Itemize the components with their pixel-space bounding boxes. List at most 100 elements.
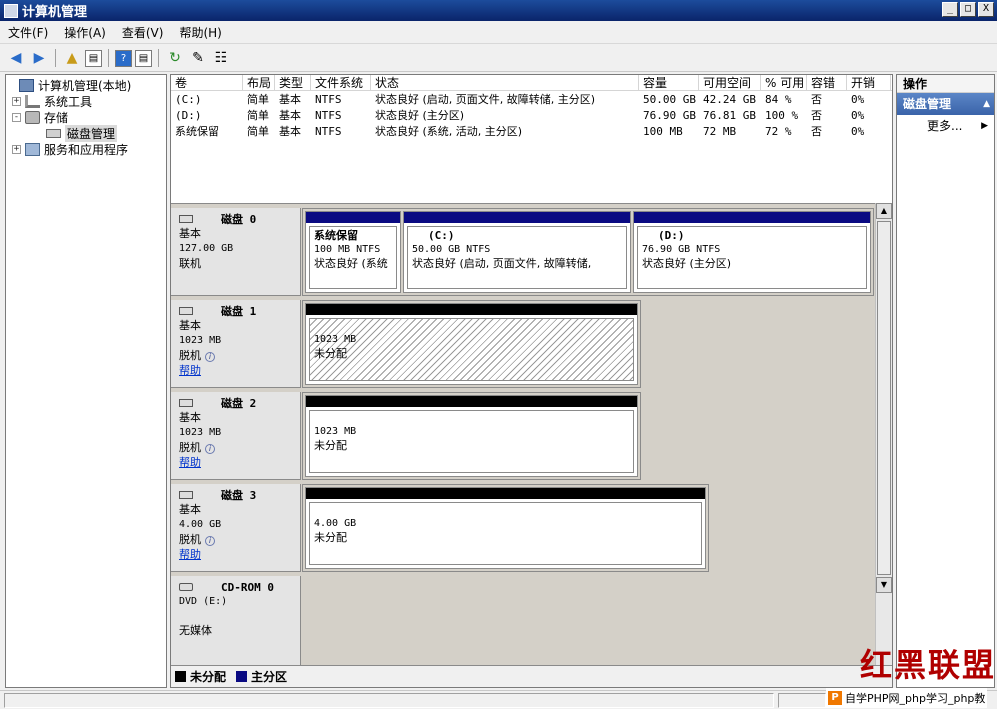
menu-action[interactable]: 操作(A) <box>56 24 114 41</box>
window-title: 计算机管理 <box>22 5 88 20</box>
volume-capacity: 50.00 GB <box>643 93 696 106</box>
column-header-overhead[interactable]: 开销 <box>847 75 891 91</box>
disk-3-label[interactable]: 磁盘 3 基本 4.00 GB 脱机 i 帮助 <box>171 484 301 572</box>
properties-icon[interactable]: ▤ <box>135 49 152 67</box>
back-arrow-icon[interactable]: ◀ <box>6 48 26 68</box>
menu-view[interactable]: 查看(V) <box>114 24 172 41</box>
disk-1-label[interactable]: 磁盘 1 基本 1023 MB 脱机 i 帮助 <box>171 300 301 388</box>
disk-name: 磁盘 3 <box>221 489 257 502</box>
help-link[interactable]: 帮助 <box>179 455 300 470</box>
collapse-arrow-icon[interactable]: ▲ <box>983 93 990 115</box>
computer-icon <box>19 78 34 92</box>
maximize-button[interactable]: □ <box>960 2 976 17</box>
column-header-status[interactable]: 状态 <box>371 75 639 91</box>
tree-item-disk-management[interactable]: 磁盘管理 <box>6 124 166 142</box>
volume-layout: 简单 <box>247 109 269 122</box>
export-icon[interactable]: ✎ <box>188 48 208 68</box>
partition-filesystem: 50.00 GB NTFS <box>412 244 491 255</box>
actions-pane: 操作 磁盘管理 ▲ 更多... ▶ <box>896 74 995 688</box>
collapse-icon[interactable]: - <box>12 112 21 122</box>
partition-c[interactable]: (C:) 50.00 GB NTFS 状态良好 (启动, 页面文件, 故障转储, <box>403 211 631 293</box>
disk-status: 无媒体 <box>179 624 212 637</box>
volume-free-space: 42.24 GB <box>703 93 756 106</box>
volume-fault-tolerance: 否 <box>811 93 822 106</box>
disk-status: 脱机 i <box>179 348 300 363</box>
menu-file[interactable]: 文件(F) <box>0 24 56 41</box>
disk-name: 磁盘 0 <box>221 213 257 226</box>
action-icon[interactable]: ☷ <box>211 48 231 68</box>
volume-fault-tolerance: 否 <box>811 109 822 122</box>
partition-name: (D:) <box>658 229 685 242</box>
disk-type: 基本 <box>179 503 201 516</box>
disk-2-label[interactable]: 磁盘 2 基本 1023 MB 脱机 i 帮助 <box>171 392 301 480</box>
help-link[interactable]: 帮助 <box>179 363 300 378</box>
partition-status: 状态良好 (系统 <box>314 257 388 270</box>
disk-name: 磁盘 1 <box>221 305 257 318</box>
refresh-icon[interactable]: ↻ <box>165 48 185 68</box>
volume-status: 状态良好 (启动, 页面文件, 故障转储, 主分区) <box>375 93 596 106</box>
column-header-free-space[interactable]: 可用空间 <box>699 75 761 91</box>
legend-primary: 主分区 <box>251 670 288 684</box>
storage-icon <box>25 110 40 124</box>
info-icon[interactable]: i <box>205 536 215 546</box>
tree-item-services[interactable]: + 服务和应用程序 <box>6 141 166 157</box>
vertical-scrollbar[interactable]: ▲ ▼ <box>875 203 892 665</box>
actions-section-label: 磁盘管理 <box>903 97 952 111</box>
actions-section-disk-management[interactable]: 磁盘管理 ▲ <box>897 93 994 115</box>
column-header-capacity[interactable]: 容量 <box>639 75 699 91</box>
column-header-volume[interactable]: 卷 <box>171 75 243 91</box>
action-more[interactable]: 更多... ▶ <box>897 115 994 137</box>
tree-label-services: 服务和应用程序 <box>44 142 129 157</box>
column-header-layout[interactable]: 布局 <box>243 75 275 91</box>
column-header-filesystem[interactable]: 文件系统 <box>311 75 371 91</box>
cdrom-0-label[interactable]: CD-ROM 0 DVD (E:) 无媒体 <box>171 576 301 666</box>
volume-filesystem: NTFS <box>315 93 342 106</box>
scroll-down-icon[interactable]: ▼ <box>876 577 892 593</box>
column-header-percent-free[interactable]: % 可用 <box>761 75 807 91</box>
menu-help[interactable]: 帮助(H) <box>171 24 229 41</box>
tree-item-root[interactable]: 计算机管理(本地) <box>6 77 166 93</box>
close-button[interactable]: X <box>978 2 994 17</box>
table-row[interactable]: (D:) 简单 基本 NTFS 状态良好 (主分区) 76.90 GB 76.8… <box>171 108 892 124</box>
volume-type: 基本 <box>279 93 301 106</box>
column-header-fault-tolerance[interactable]: 容错 <box>807 75 847 91</box>
up-folder-icon[interactable]: ▲ <box>62 48 82 68</box>
help-icon[interactable]: ? <box>115 49 132 67</box>
partition-unallocated[interactable]: 1023 MB 未分配 <box>305 395 638 477</box>
forward-arrow-icon[interactable]: ▶ <box>29 48 49 68</box>
tree-item-system-tools[interactable]: + 系统工具 <box>6 93 166 109</box>
disk-name: 磁盘 2 <box>221 397 257 410</box>
show-hide-tree-icon[interactable]: ▤ <box>85 49 102 67</box>
tools-icon <box>25 94 40 108</box>
partition-unallocated[interactable]: 4.00 GB 未分配 <box>305 487 706 569</box>
info-icon[interactable]: i <box>205 444 215 454</box>
volume-fault-tolerance: 否 <box>811 125 822 138</box>
tree-item-storage[interactable]: - 存储 <box>6 109 166 125</box>
table-row[interactable]: (C:) 简单 基本 NTFS 状态良好 (启动, 页面文件, 故障转储, 主分… <box>171 92 892 108</box>
offline-disk-icon <box>179 491 193 499</box>
disk-size: 127.00 GB <box>179 243 234 254</box>
partition-name: 系统保留 <box>314 229 358 242</box>
disk-status: 脱机 i <box>179 440 300 455</box>
disk-type: 基本 <box>179 319 201 332</box>
table-row[interactable]: 系统保留 简单 基本 NTFS 状态良好 (系统, 活动, 主分区) 100 M… <box>171 124 892 140</box>
primary-swatch <box>236 671 248 682</box>
help-link[interactable]: 帮助 <box>179 547 300 562</box>
partition-d[interactable]: (D:) 76.90 GB NTFS 状态良好 (主分区) <box>633 211 871 293</box>
expand-icon[interactable]: + <box>12 96 21 106</box>
scroll-thumb[interactable] <box>877 221 891 575</box>
disk-0-label[interactable]: 磁盘 0 基本 127.00 GB 联机 <box>171 208 301 296</box>
tree-label-disk-management: 磁盘管理 <box>65 124 118 142</box>
column-header-type[interactable]: 类型 <box>275 75 311 91</box>
partition-unallocated[interactable]: 1023 MB 未分配 <box>305 303 638 385</box>
watermark-site: P 自学PHP网_php学习_php教 <box>826 688 988 708</box>
expand-icon[interactable]: + <box>12 144 21 154</box>
partition-system-reserved[interactable]: 系统保留 100 MB NTFS 状态良好 (系统 <box>305 211 401 293</box>
volume-status: 状态良好 (系统, 活动, 主分区) <box>375 125 523 138</box>
scroll-up-icon[interactable]: ▲ <box>876 203 892 219</box>
minimize-button[interactable]: _ <box>942 2 958 17</box>
disk-management-pane: 卷 布局 类型 文件系统 状态 容量 可用空间 % 可用 容错 开销 (C:) … <box>170 74 893 688</box>
info-icon[interactable]: i <box>205 352 215 362</box>
unallocated-bar <box>306 488 705 499</box>
disk-status-text: 脱机 <box>179 349 201 362</box>
